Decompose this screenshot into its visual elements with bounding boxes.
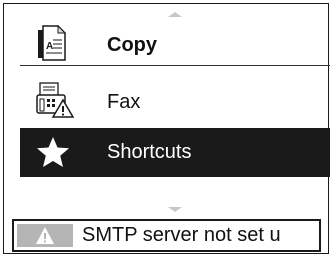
copy-document-icon: A [34,24,70,67]
scroll-down-arrow[interactable] [168,207,182,212]
menu-item-copy[interactable]: A Copy [20,20,330,66]
menu-item-fax[interactable]: Fax [20,77,330,123]
menu-item-label: Copy [107,34,157,56]
menu-item-label: Shortcuts [107,141,192,163]
warning-triangle-icon [35,226,55,250]
svg-text:A: A [46,41,53,52]
fax-warning-icon [34,81,75,124]
scroll-up-arrow[interactable] [168,12,182,17]
status-message: SMTP server not set u [82,224,281,246]
status-bar[interactable]: SMTP server not set u [12,219,321,252]
menu-item-shortcuts[interactable]: Shortcuts [20,128,330,177]
menu-item-label: Fax [107,91,141,113]
star-icon [36,136,70,173]
warning-badge [17,224,73,247]
